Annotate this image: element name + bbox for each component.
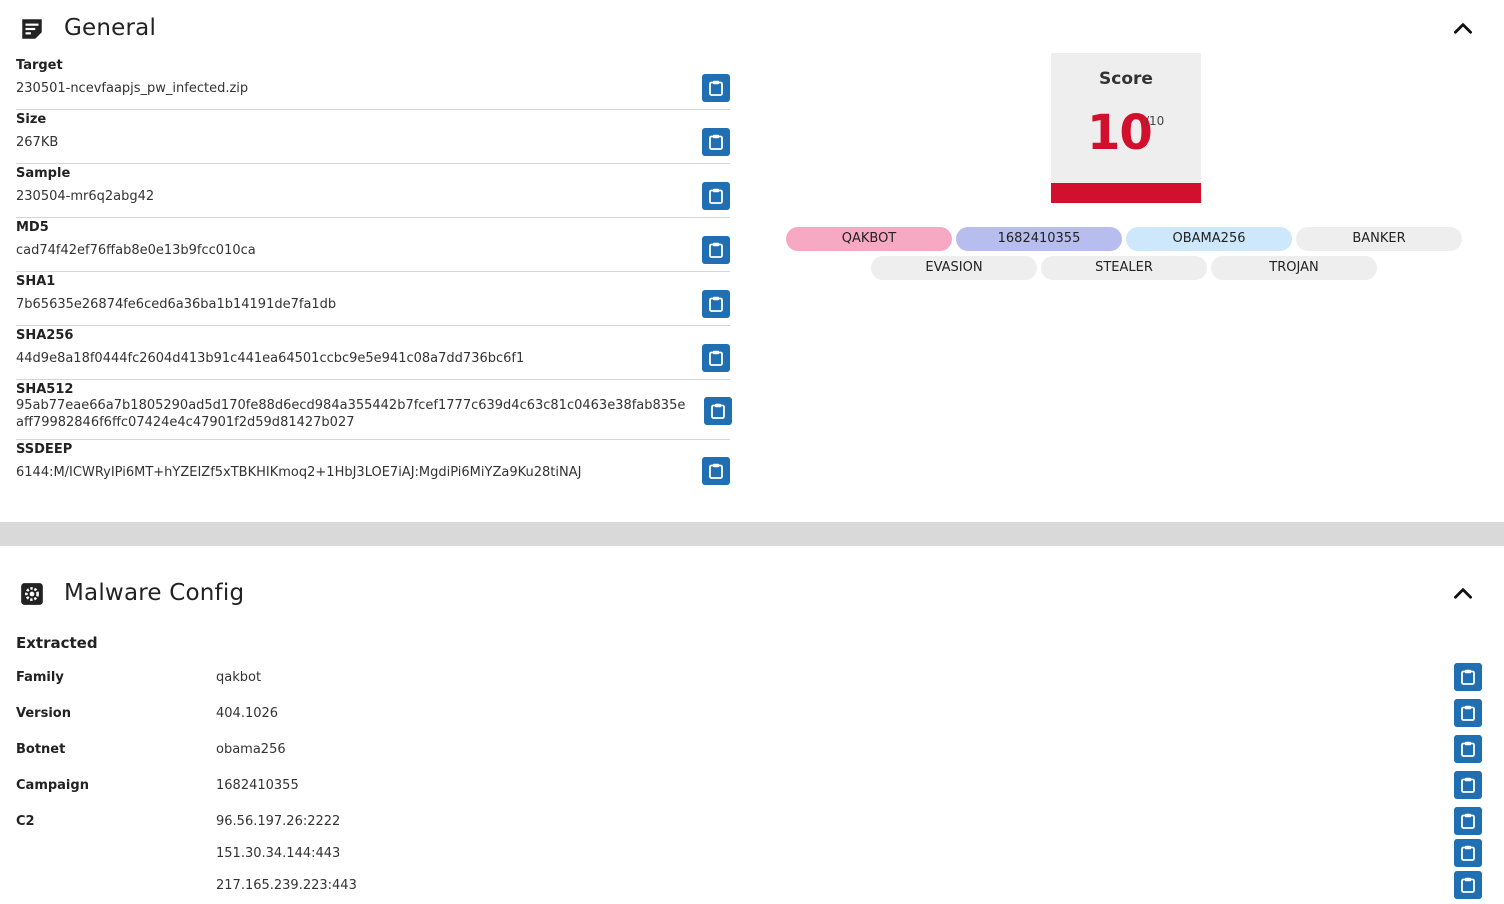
info-row-size: Size 267KB bbox=[16, 110, 730, 164]
copy-config-button[interactable] bbox=[1454, 663, 1482, 691]
config-value: obama256 bbox=[216, 742, 286, 757]
general-section: General Target 230501-ncevfaapjs_pw_infec… bbox=[0, 0, 1504, 522]
tag-banker[interactable]: BANKER bbox=[1296, 227, 1462, 251]
config-key-campaign: Campaign bbox=[16, 778, 89, 793]
copy-config-button[interactable] bbox=[1454, 839, 1482, 867]
info-label: Sample bbox=[16, 166, 71, 181]
clipboard-icon bbox=[1461, 813, 1475, 829]
info-label: SHA512 bbox=[16, 382, 74, 397]
info-row-target: Target 230501-ncevfaapjs_pw_infected.zip bbox=[16, 56, 730, 110]
config-value: 96.56.197.26:2222 bbox=[216, 814, 341, 829]
copy-config-button[interactable] bbox=[1454, 807, 1482, 835]
config-key-c2: C2 bbox=[16, 814, 35, 829]
clipboard-icon bbox=[1461, 741, 1475, 757]
info-label: Target bbox=[16, 58, 63, 73]
clipboard-icon bbox=[1461, 845, 1475, 861]
clipboard-icon bbox=[709, 242, 723, 258]
clipboard-icon bbox=[709, 188, 723, 204]
copy-target-button[interactable] bbox=[702, 74, 730, 102]
copy-sha1-button[interactable] bbox=[702, 290, 730, 318]
tag-stealer[interactable]: STEALER bbox=[1041, 256, 1207, 280]
extracted-heading: Extracted bbox=[16, 634, 98, 652]
config-value: 217.165.239.223:443 bbox=[216, 878, 357, 893]
score-card: Score 10 /10 bbox=[1051, 53, 1201, 203]
config-value: qakbot bbox=[216, 670, 262, 685]
info-row-ssdeep: SSDEEP 6144:M/ICWRyIPi6MT+hYZEIZf5xTBKHIK… bbox=[16, 440, 730, 490]
clipboard-icon bbox=[709, 134, 723, 150]
info-row-sha1: SHA1 7b65635e26874fe6ced6a36ba1b14191de7f… bbox=[16, 272, 730, 326]
copy-ssdeep-button[interactable] bbox=[702, 457, 730, 485]
clipboard-icon bbox=[709, 350, 723, 366]
info-value: 230504-mr6q2abg42 bbox=[16, 189, 155, 204]
config-key-family: Family bbox=[16, 670, 64, 685]
info-label: MD5 bbox=[16, 220, 49, 235]
section-separator bbox=[0, 522, 1504, 546]
note-icon bbox=[22, 19, 42, 39]
info-row-sha256: SHA256 44d9e8a18f0444fc2604d413b91c441ea6… bbox=[16, 326, 730, 380]
copy-config-button[interactable] bbox=[1454, 871, 1482, 899]
config-value: 151.30.34.144:443 bbox=[216, 846, 341, 861]
config-value: 1682410355 bbox=[216, 778, 299, 793]
copy-config-button[interactable] bbox=[1454, 771, 1482, 799]
info-value: 230501-ncevfaapjs_pw_infected.zip bbox=[16, 81, 249, 96]
score-max: /10 bbox=[1145, 114, 1165, 128]
score-bar bbox=[1051, 183, 1201, 203]
tag-evasion[interactable]: EVASION bbox=[871, 256, 1037, 280]
info-row-md5: MD5 cad74f42ef76ffab8e0e13b9fcc010ca bbox=[16, 218, 730, 272]
copy-config-button[interactable] bbox=[1454, 699, 1482, 727]
clipboard-icon bbox=[711, 403, 725, 419]
info-value: cad74f42ef76ffab8e0e13b9fcc010ca bbox=[16, 243, 256, 258]
config-key-botnet: Botnet bbox=[16, 742, 66, 757]
clipboard-icon bbox=[1461, 877, 1475, 893]
file-info-list: Target 230501-ncevfaapjs_pw_infected.zip S… bbox=[16, 56, 732, 490]
tag-trojan[interactable]: TROJAN bbox=[1211, 256, 1377, 280]
copy-config-button[interactable] bbox=[1454, 735, 1482, 763]
info-value: 44d9e8a18f0444fc2604d413b91c441ea64501cc… bbox=[16, 351, 525, 366]
info-value: 7b65635e26874fe6ced6a36ba1b14191de7fa1db bbox=[16, 297, 337, 312]
clipboard-icon bbox=[709, 296, 723, 312]
info-label: Size bbox=[16, 112, 47, 127]
clipboard-icon bbox=[1461, 705, 1475, 721]
info-value: 267KB bbox=[16, 135, 59, 150]
tag-obama256[interactable]: OBAMA256 bbox=[1126, 227, 1292, 251]
copy-md5-button[interactable] bbox=[702, 236, 730, 264]
malware-config-section: Malware Config Extracted Family qakbot Ver… bbox=[0, 546, 1504, 904]
tag-qakbot[interactable]: QAKBOT bbox=[786, 227, 952, 251]
copy-size-button[interactable] bbox=[702, 128, 730, 156]
malware-config-title: Malware Config bbox=[64, 580, 245, 606]
info-row-sample: Sample 230504-mr6q2abg42 bbox=[16, 164, 730, 218]
clipboard-icon bbox=[709, 80, 723, 96]
config-key-version: Version bbox=[16, 706, 71, 721]
info-value: 6144:M/ICWRyIPi6MT+hYZEIZf5xTBKHIKmoq2+1… bbox=[16, 465, 582, 480]
info-value: 95ab77eae66a7b1805290ad5d170fe88d6ecd984… bbox=[16, 398, 686, 430]
clipboard-icon bbox=[709, 463, 723, 479]
config-value: 404.1026 bbox=[216, 706, 279, 721]
tag-1682410355[interactable]: 1682410355 bbox=[956, 227, 1122, 251]
score-label: Score bbox=[1099, 69, 1153, 89]
info-row-sha512: SHA512 95ab77eae66a7b1805290ad5d170fe88d6… bbox=[16, 380, 732, 440]
copy-sha256-button[interactable] bbox=[702, 344, 730, 372]
info-label: SHA1 bbox=[16, 274, 56, 289]
copy-sample-button[interactable] bbox=[702, 182, 730, 210]
gear-icon bbox=[21, 583, 43, 605]
clipboard-icon bbox=[1461, 669, 1475, 685]
copy-sha512-button[interactable] bbox=[704, 397, 732, 425]
chevron-up-icon[interactable] bbox=[1450, 581, 1476, 607]
info-label: SHA256 bbox=[16, 328, 74, 343]
info-label: SSDEEP bbox=[16, 442, 73, 457]
general-title: General bbox=[64, 15, 157, 41]
score-value: 10 bbox=[1087, 105, 1153, 161]
chevron-up-icon[interactable] bbox=[1450, 16, 1476, 42]
clipboard-icon bbox=[1461, 777, 1475, 793]
